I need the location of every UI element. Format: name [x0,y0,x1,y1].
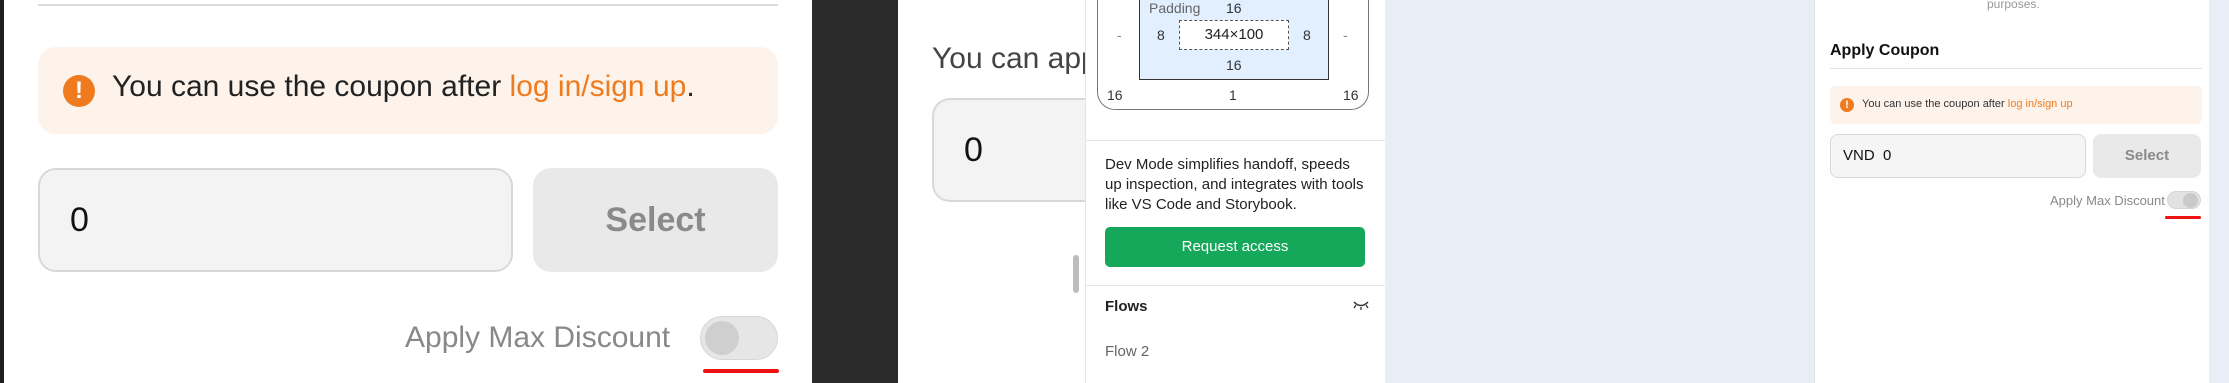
red-underline-annotation [2165,216,2201,219]
alert-icon: ! [1840,98,1854,112]
login-alert-text: You can use the coupon after log in/sign… [112,70,695,104]
coupon-amount-input[interactable]: VND 0 [1830,134,2086,178]
padding-label: Padding [1149,0,1201,16]
toggle-knob [2183,193,2198,208]
login-signup-link[interactable]: log in/sign up [510,70,687,103]
alert-suffix: . [686,70,695,103]
login-signup-link[interactable]: log in/sign up [2008,98,2073,110]
alert-prefix: You can use the coupon after [112,70,510,103]
margin-bottom-right-value: 16 [1343,87,1359,103]
max-discount-label: Apply Max Discount [2050,193,2165,208]
coupon-amount-input[interactable]: 0 [38,168,513,272]
login-alert-text: You can use the coupon after log in/sign… [1862,98,2073,110]
currency-label: VND [1843,147,1875,164]
select-button[interactable]: Select [533,168,778,272]
flow-item[interactable]: Flow 2 [1105,343,1149,360]
margin-bottom-center-value: 1 [1229,87,1237,103]
canvas-edge [2209,0,2229,383]
toggle-knob [705,321,739,355]
scrollbar[interactable] [1073,255,1079,293]
padding-top-value: 16 [1226,0,1242,16]
max-discount-label: Apply Max Discount [405,321,671,354]
alert-icon: ! [63,75,95,107]
title-divider [1830,68,2202,69]
panel-divider [1085,140,1385,141]
padding-left-value: 8 [1157,27,1165,43]
padding-right-value: 8 [1303,27,1311,43]
background-amount-input: 0 [932,98,1092,202]
padding-bottom-value: 16 [1226,57,1242,73]
hide-eye-icon[interactable] [1352,298,1370,315]
dev-mode-description: Dev Mode simplifies handoff, speeds up i… [1105,156,1364,213]
top-divider [38,4,778,6]
background-alert-text: You can app [932,42,1098,75]
margin-bottom-left-value: 16 [1107,87,1123,103]
request-access-button[interactable]: Request access [1105,227,1365,267]
truncated-text: purposes. [1987,0,2040,11]
red-underline-annotation [703,369,779,373]
dark-separator [812,0,898,383]
alert-prefix: You can use the coupon after [1862,98,2008,110]
box-model-content-size: 344×100 [1179,20,1289,50]
flows-title: Flows [1105,298,1148,315]
apply-coupon-title: Apply Coupon [1830,42,1940,59]
margin-left-dash: - [1117,27,1122,43]
margin-right-dash: - [1343,27,1348,43]
select-button[interactable]: Select [2093,134,2201,178]
amount-value: 0 [1883,147,1892,164]
panel-divider [1085,285,1385,286]
canvas-area [1385,0,1814,383]
left-edge [0,0,4,383]
